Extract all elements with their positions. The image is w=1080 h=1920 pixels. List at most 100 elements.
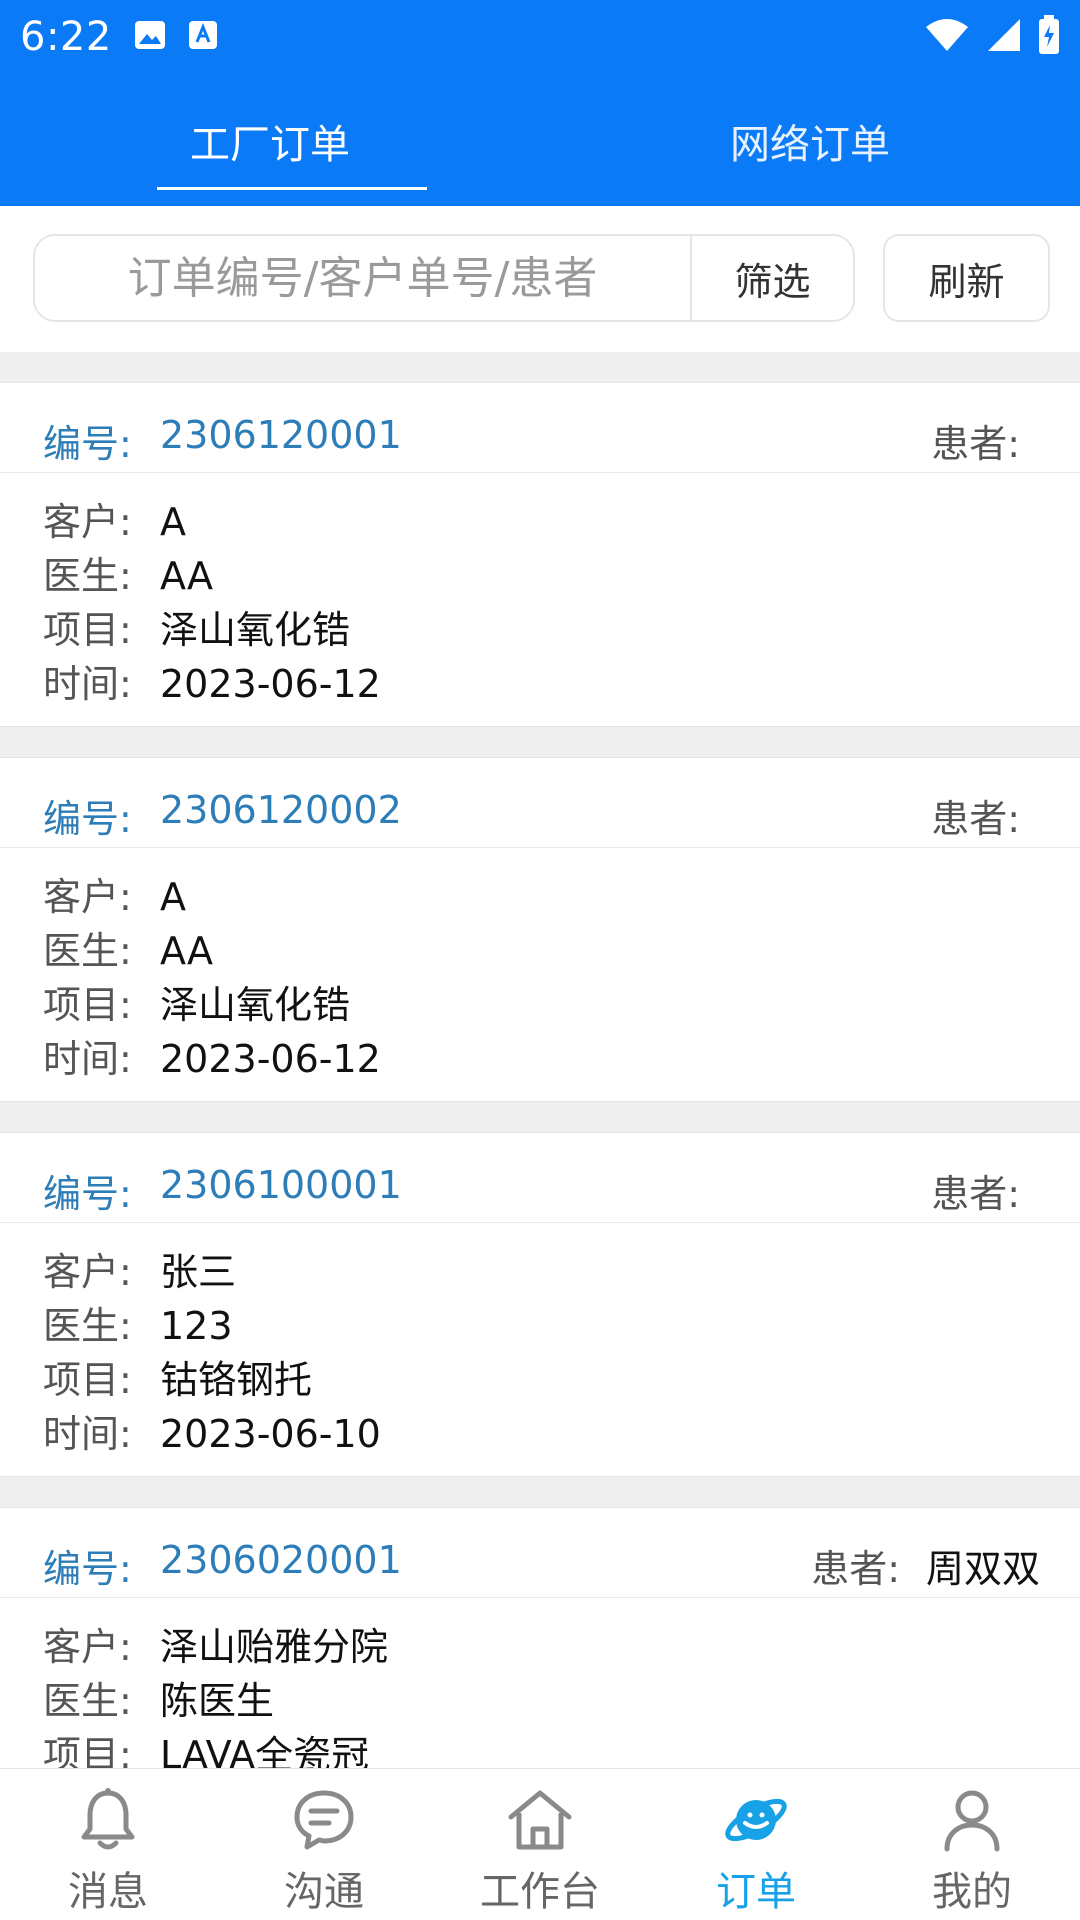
nav-item-messages[interactable]: 消息 [0, 1769, 216, 1920]
order-card[interactable]: 编号: 2306120002 患者: 客户: A 医生: AA 项目: 泽山氧化锆 时… [0, 757, 1080, 1102]
doctor-label: 医生: [43, 1304, 132, 1348]
nav-label-orders: 订单 [716, 1869, 796, 1915]
project-row: 项目: 泽山氧化锆 [43, 974, 350, 1029]
user-icon [937, 1785, 1007, 1855]
doctor-label: 医生: [43, 1679, 132, 1723]
tab-network-orders[interactable]: 网络订单 [540, 100, 1080, 206]
order-id-value: 2306020001 [160, 1538, 402, 1582]
customer-label: 客户: [43, 1625, 132, 1669]
order-card-header: 编号: 2306120002 患者: [0, 758, 1080, 848]
doctor-value: 陈医生 [160, 1679, 275, 1723]
project-value: 泽山氧化锆 [160, 608, 351, 652]
time-row: 时间: 2023-06-12 [43, 1028, 381, 1083]
patient-label: 患者: [811, 1547, 900, 1591]
a-letter-icon [188, 20, 218, 54]
nav-item-profile[interactable]: 我的 [864, 1769, 1080, 1920]
project-row: 项目: 泽山氧化锆 [43, 599, 350, 654]
customer-value: 泽山贻雅分院 [160, 1625, 389, 1669]
chat-icon [289, 1785, 359, 1855]
order-card-header: 编号: 2306120001 患者: [0, 383, 1080, 473]
doctor-value: AA [160, 929, 214, 973]
patient-label: 患者: [931, 797, 1020, 841]
battery-icon [1038, 15, 1060, 59]
project-row: 项目: 钴铬钢托 [43, 1349, 312, 1404]
customer-row: 客户: 泽山贻雅分院 [43, 1616, 388, 1671]
order-card[interactable]: 编号: 2306020001 患者: 周双双 客户: 泽山贻雅分院 医生: 陈医生 … [0, 1507, 1080, 1768]
order-card[interactable]: 编号: 2306100001 患者: 客户: 张三 医生: 123 项目: 钴铬钢托 … [0, 1132, 1080, 1477]
home-icon [505, 1785, 575, 1855]
order-id-label: 编号: [43, 1172, 132, 1216]
image-icon [134, 20, 166, 54]
active-tab-indicator [157, 187, 427, 190]
planet-icon [721, 1785, 791, 1855]
nav-label-communication: 沟通 [284, 1869, 364, 1915]
customer-value: 张三 [160, 1250, 237, 1294]
customer-row: 客户: A [43, 491, 186, 546]
project-value: LAVA全瓷冠 [160, 1733, 370, 1768]
nav-label-messages: 消息 [68, 1869, 148, 1915]
bell-icon [73, 1785, 143, 1855]
bottom-navigation: 消息 沟通 工作台 订单 我的 [0, 1768, 1080, 1920]
doctor-row: 医生: AA [43, 545, 213, 600]
wifi-icon [924, 17, 970, 57]
order-list[interactable]: 编号: 2306120001 患者: 客户: A 医生: AA 项目: 泽山氧化锆 时… [0, 352, 1080, 1768]
patient-label: 患者: [931, 1172, 1020, 1216]
project-row: 项目: LAVA全瓷冠 [43, 1724, 369, 1768]
search-row: 筛选 刷新 [0, 206, 1080, 352]
time-value: 2023-06-10 [160, 1412, 381, 1456]
search-input[interactable] [35, 236, 690, 320]
status-right [924, 15, 1060, 59]
order-id-value: 2306120002 [160, 788, 402, 832]
doctor-row: 医生: AA [43, 920, 213, 975]
time-row: 时间: 2023-06-12 [43, 653, 381, 708]
order-id-label: 编号: [43, 797, 132, 841]
status-time: 6:22 [20, 14, 112, 60]
refresh-button[interactable]: 刷新 [883, 234, 1050, 322]
customer-label: 客户: [43, 1250, 132, 1294]
time-value: 2023-06-12 [160, 1037, 381, 1081]
project-label: 项目: [43, 1358, 132, 1402]
order-card[interactable]: 编号: 2306120001 患者: 客户: A 医生: AA 项目: 泽山氧化锆 时… [0, 382, 1080, 727]
order-card-header: 编号: 2306020001 患者: 周双双 [0, 1508, 1080, 1598]
project-label: 项目: [43, 983, 132, 1027]
doctor-label: 医生: [43, 554, 132, 598]
doctor-row: 医生: 陈医生 [43, 1670, 274, 1725]
tab-factory-orders-label: 工厂订单 [190, 122, 350, 168]
app-root: 6:22 工厂订单 网络订单 订单编号/客户单号/患者 筛选 刷新 编号: 23… [0, 0, 1080, 1920]
tab-network-orders-label: 网络订单 [730, 122, 890, 168]
doctor-value: 123 [160, 1304, 233, 1348]
time-label: 时间: [43, 1037, 132, 1081]
doctor-label: 医生: [43, 929, 132, 973]
patient-label: 患者: [931, 422, 1020, 466]
customer-value: A [160, 875, 186, 919]
customer-row: 客户: A [43, 866, 186, 921]
nav-label-profile: 我的 [932, 1869, 1012, 1915]
status-left: 6:22 [20, 14, 218, 60]
nav-item-workbench[interactable]: 工作台 [432, 1769, 648, 1920]
patient-name: 周双双 [925, 1547, 1040, 1591]
search-box: 筛选 [33, 234, 855, 322]
tab-factory-orders[interactable]: 工厂订单 [0, 100, 540, 206]
customer-value: A [160, 500, 186, 544]
project-value: 钴铬钢托 [160, 1358, 313, 1402]
order-tabs: 工厂订单 网络订单 [0, 100, 1080, 206]
project-value: 泽山氧化锆 [160, 983, 351, 1027]
project-label: 项目: [43, 608, 132, 652]
order-id-value: 2306100001 [160, 1163, 402, 1207]
time-label: 时间: [43, 662, 132, 706]
order-id-value: 2306120001 [160, 413, 402, 457]
customer-label: 客户: [43, 500, 132, 544]
filter-button[interactable]: 筛选 [692, 236, 853, 320]
order-id-label: 编号: [43, 422, 132, 466]
nav-item-communication[interactable]: 沟通 [216, 1769, 432, 1920]
customer-row: 客户: 张三 [43, 1241, 236, 1296]
doctor-row: 医生: 123 [43, 1295, 233, 1350]
customer-label: 客户: [43, 875, 132, 919]
signal-icon [986, 17, 1022, 57]
status-bar: 6:22 [0, 0, 1080, 74]
time-row: 时间: 2023-06-10 [43, 1403, 381, 1458]
nav-item-orders[interactable]: 订单 [648, 1769, 864, 1920]
top-header: 6:22 工厂订单 网络订单 [0, 0, 1080, 206]
order-card-header: 编号: 2306100001 患者: [0, 1133, 1080, 1223]
time-label: 时间: [43, 1412, 132, 1456]
